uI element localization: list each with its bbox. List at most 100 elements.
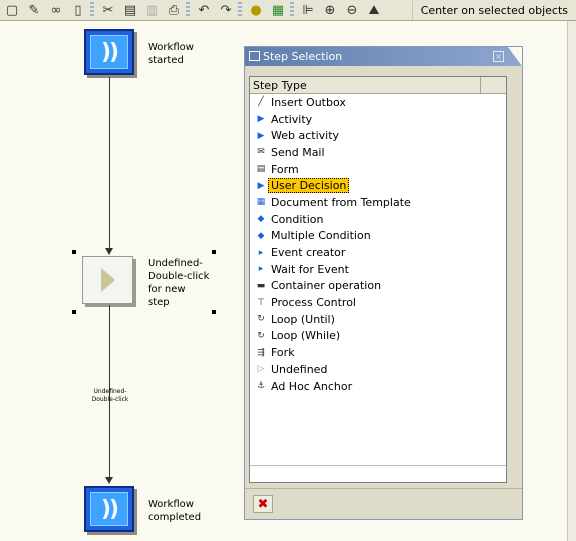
workflow-completed-node[interactable]: )) xyxy=(84,486,134,532)
copy-icon[interactable]: ▤ xyxy=(120,1,140,20)
dialog-button-bar: ✖ xyxy=(245,488,522,519)
step-type-label: Event creator xyxy=(271,246,346,260)
step-type-item[interactable]: ◆ Condition xyxy=(250,211,506,228)
trash-icon[interactable]: ▯ xyxy=(68,1,88,20)
loop-while-icon: ↻ xyxy=(257,330,265,341)
tree-icon[interactable]: ▦ xyxy=(268,1,288,20)
condition-icon: ◆ xyxy=(257,214,265,225)
step-type-label: Activity xyxy=(271,112,313,126)
step-type-list: Step Type ╱ Insert Outbox ▶ Activity ▶ Web ac… xyxy=(249,76,507,483)
step-type-item[interactable]: ▦ Document from Template xyxy=(250,194,506,211)
step-type-label: Loop (While) xyxy=(271,329,341,343)
multiple-condition-icon: ◆ xyxy=(257,230,265,241)
connector-arrow xyxy=(105,248,113,255)
glasses-icon[interactable]: ∞ xyxy=(46,1,66,20)
step-type-item[interactable]: ▸ Wait for Event xyxy=(250,261,506,278)
vertical-scrollbar[interactable] xyxy=(567,21,576,541)
pencil-icon[interactable]: ✎ xyxy=(24,1,44,20)
cancel-icon: ✖ xyxy=(257,496,269,512)
undefined-icon: ▷ xyxy=(257,364,265,375)
close-icon[interactable]: × xyxy=(493,51,504,62)
connector-arrow xyxy=(105,477,113,484)
step-type-label: Fork xyxy=(271,346,295,360)
container-operation-icon: ▬ xyxy=(256,280,266,291)
step-type-label: Form xyxy=(271,162,299,176)
step-type-item[interactable]: ⇶ Fork xyxy=(250,344,506,361)
dialog-title-bar[interactable]: Step Selection × xyxy=(245,47,522,66)
step-type-label: Web activity xyxy=(271,129,340,143)
step-type-item[interactable]: ▬ Container operation xyxy=(250,278,506,295)
step-type-label: Wait for Event xyxy=(271,262,349,276)
step-type-label: Document from Template xyxy=(271,195,411,209)
selection-handle[interactable] xyxy=(72,250,76,254)
toolbar: ▢ ✎ ∞ ▯ ✂ ▤ ▥ ⎙ ↶ ↷ ● ▦ ⊫ ⊕ ⊖ ⛰ Center o… xyxy=(0,0,576,21)
step-type-item[interactable]: ▸ Event creator xyxy=(250,244,506,261)
step-type-item[interactable]: ⊤ Process Control xyxy=(250,294,506,311)
scissors-icon[interactable]: ✂ xyxy=(98,1,118,20)
paste-icon[interactable]: ▥ xyxy=(142,1,162,20)
new-icon[interactable]: ▢ xyxy=(2,1,22,20)
overview-icon[interactable]: ⛰ xyxy=(364,1,384,20)
user-decision-icon: ▶ xyxy=(257,180,265,191)
step-type-label: User Decision xyxy=(268,178,350,194)
step-type-item[interactable]: ▶ User Decision xyxy=(250,177,506,194)
step-type-label: Container operation xyxy=(271,279,382,293)
selection-handle[interactable] xyxy=(212,310,216,314)
selection-handle[interactable] xyxy=(72,310,76,314)
zoom-out-icon[interactable]: ⊖ xyxy=(342,1,362,20)
anchor-icon: ⚓ xyxy=(256,381,266,392)
title-corner xyxy=(508,47,522,66)
activity-icon: ▶ xyxy=(257,114,265,125)
graph-icon[interactable]: ● xyxy=(246,1,266,20)
step-type-item[interactable]: ▷ Undefined xyxy=(250,361,506,378)
loop-until-icon: ↻ xyxy=(257,314,265,325)
step-type-item[interactable]: ↻ Loop (While) xyxy=(250,328,506,345)
form-icon: ▤ xyxy=(256,164,266,175)
step-type-item[interactable]: ↻ Loop (Until) xyxy=(250,311,506,328)
selection-handle[interactable] xyxy=(212,250,216,254)
column-header-empty[interactable] xyxy=(480,76,506,94)
step-type-item[interactable]: ✉ Send Mail xyxy=(250,144,506,161)
align-left-icon[interactable]: ⊫ xyxy=(298,1,318,20)
step-selection-dialog: Step Selection × Step Type ╱ Insert Outbo… xyxy=(244,46,523,520)
undefined-step-node[interactable] xyxy=(82,256,133,304)
workflow-started-label: Workflow started xyxy=(148,42,194,66)
step-type-label: Send Mail xyxy=(271,145,325,159)
slash-icon: ╱ xyxy=(258,97,264,108)
step-type-item[interactable]: ▶ Activity xyxy=(250,111,506,128)
list-header: Step Type xyxy=(250,76,506,94)
window-icon xyxy=(249,51,260,61)
step-type-item[interactable]: ▤ Form xyxy=(250,161,506,178)
toolbar-separator xyxy=(238,2,242,18)
step-type-label: Condition xyxy=(271,212,324,226)
send-mail-icon: ✉ xyxy=(257,147,265,158)
step-type-item[interactable]: ▶ Web activity xyxy=(250,127,506,144)
event-icon: )) xyxy=(90,35,128,69)
step-type-item[interactable]: ⚓ Ad Hoc Anchor xyxy=(250,378,506,395)
workflow-completed-label: Workflow completed xyxy=(148,499,202,523)
undo-icon[interactable]: ↶ xyxy=(194,1,214,20)
wait-event-icon: ▸ xyxy=(258,264,264,275)
center-on-selected-button[interactable]: Center on selected objects xyxy=(411,0,576,20)
column-header-step-type[interactable]: Step Type xyxy=(250,79,480,92)
step-type-label: Undefined xyxy=(271,362,328,376)
document-template-icon: ▦ xyxy=(256,197,266,208)
redo-icon[interactable]: ↷ xyxy=(216,1,236,20)
step-type-item[interactable]: ◆ Multiple Condition xyxy=(250,228,506,245)
step-type-item[interactable]: ╱ Insert Outbox xyxy=(250,94,506,111)
branch-label[interactable]: Undefined- Double-click xyxy=(86,388,134,404)
toolbar-separator xyxy=(186,2,190,18)
zoom-in-icon[interactable]: ⊕ xyxy=(320,1,340,20)
fork-icon: ⇶ xyxy=(257,347,265,358)
step-type-label: Multiple Condition xyxy=(271,229,371,243)
print-icon[interactable]: ⎙ xyxy=(164,1,184,20)
cancel-button[interactable]: ✖ xyxy=(253,495,273,513)
step-type-label: Loop (Until) xyxy=(271,312,335,326)
event-creator-icon: ▸ xyxy=(258,247,264,258)
step-type-label: Ad Hoc Anchor xyxy=(271,379,353,393)
process-control-icon: ⊤ xyxy=(257,297,265,308)
step-type-label: Process Control xyxy=(271,296,356,310)
toolbar-separator xyxy=(290,2,294,18)
workflow-started-node[interactable]: )) xyxy=(84,29,134,75)
toolbar-separator xyxy=(90,2,94,18)
